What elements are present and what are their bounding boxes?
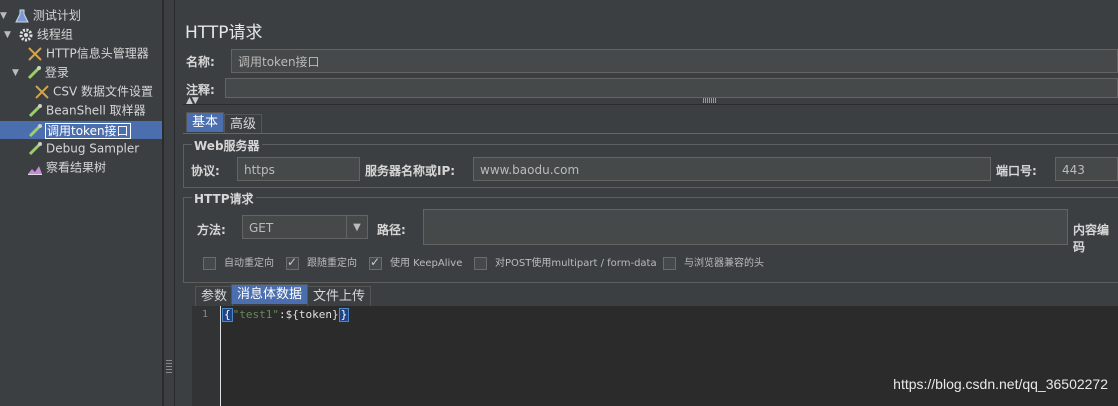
name-field[interactable]: 调用token接口 — [231, 49, 1118, 73]
comment-field[interactable] — [225, 78, 1118, 98]
tree-item-login[interactable]: ▼ 登录 — [12, 63, 69, 81]
watermark: https://blog.csdn.net/qq_36502272 — [893, 376, 1108, 392]
tree-item-label: CSV 数据文件设置 — [53, 84, 154, 99]
pipette-icon — [27, 141, 43, 157]
keepalive-checkbox[interactable]: 使用 KeepAlive — [369, 254, 463, 272]
line-number: 1 — [202, 309, 209, 320]
tools-icon — [27, 46, 43, 62]
checkbox-box[interactable] — [663, 256, 676, 270]
splitter-grip[interactable] — [703, 98, 717, 103]
collapse-icon[interactable]: ▼ — [4, 26, 14, 44]
pipette-icon — [27, 103, 43, 119]
checkbox-label: 自动重定向 — [224, 258, 274, 269]
method-select[interactable]: GET ▼ — [242, 215, 368, 239]
tab-advanced[interactable]: 高级 — [224, 114, 263, 134]
divider — [183, 104, 1118, 105]
chart-icon — [27, 160, 43, 176]
pipette-icon — [27, 123, 43, 139]
path-field[interactable] — [423, 209, 1068, 245]
test-plan-tree[interactable]: ▼ 测试计划 ▼ 线程组 HTTP信息头管理器 ▼ 登录 CSV 数据文件设置 … — [0, 0, 163, 406]
tree-item-label: 察看结果树 — [46, 160, 107, 175]
gear-icon — [18, 27, 34, 43]
tab-basic[interactable]: 基本 — [186, 112, 225, 132]
code-line: {"test1":${token}} — [222, 308, 350, 322]
tree-item-header-manager[interactable]: HTTP信息头管理器 — [27, 44, 149, 62]
server-field[interactable]: www.baodu.com — [473, 157, 991, 181]
multipart-checkbox[interactable]: 对POST使用multipart / form-data — [474, 256, 657, 272]
encoding-label: 内容编码 — [1073, 223, 1110, 254]
browser-headers-checkbox[interactable]: 与浏览器兼容的头 — [663, 256, 764, 272]
tree-item-label: Debug Sampler — [46, 141, 140, 156]
checkbox-label: 对POST使用multipart / form-data — [495, 258, 657, 269]
code-value: :${token} — [278, 308, 339, 321]
tree-item-label: BeanShell 取样器 — [46, 103, 146, 118]
tree-item-csv-config[interactable]: CSV 数据文件设置 — [34, 82, 153, 100]
tree-item-label: 线程组 — [36, 27, 73, 42]
name-label: 名称: — [186, 55, 215, 69]
tools-icon — [34, 84, 50, 100]
tab-border — [183, 133, 1118, 134]
tree-item-debug-sampler[interactable]: Debug Sampler — [27, 139, 139, 157]
protocol-field[interactable]: https — [237, 157, 360, 181]
port-label: 端口号: — [996, 164, 1037, 178]
page-title: HTTP请求 — [185, 23, 263, 43]
checkbox-box[interactable] — [474, 256, 487, 270]
checkbox-box[interactable] — [369, 254, 382, 270]
tree-item-thread-group[interactable]: ▼ 线程组 — [4, 25, 73, 43]
checkbox-label: 与浏览器兼容的头 — [684, 258, 764, 269]
port-field[interactable]: 443 — [1055, 157, 1118, 181]
tree-item-view-results[interactable]: 察看结果树 — [27, 158, 106, 176]
tab-parameters[interactable]: 参数 — [195, 286, 234, 306]
tab-file-upload[interactable]: 文件上传 — [307, 286, 372, 306]
method-value: GET — [249, 221, 274, 235]
tree-item-test-plan[interactable]: ▼ 测试计划 — [0, 6, 81, 24]
method-label: 方法: — [197, 223, 226, 237]
collapse-icon[interactable]: ▼ — [12, 64, 22, 82]
splitter-grip[interactable] — [166, 360, 172, 374]
web-server-label: Web服务器 — [192, 137, 262, 154]
chevron-down-icon[interactable]: ▼ — [346, 216, 367, 238]
collapse-icon[interactable]: ▼ — [0, 7, 10, 25]
tree-item-beanshell[interactable]: BeanShell 取样器 — [27, 101, 146, 119]
path-label: 路径: — [377, 223, 406, 237]
tree-item-label: 登录 — [44, 65, 69, 80]
tree-item-label: 测试计划 — [32, 8, 81, 23]
line-gutter: 1 — [192, 306, 221, 406]
tab-body-data[interactable]: 消息体数据 — [231, 284, 309, 304]
checkbox-label: 使用 KeepAlive — [390, 258, 463, 269]
splitter[interactable] — [163, 0, 175, 406]
http-request-label: HTTP请求 — [192, 190, 256, 207]
tree-item-label: HTTP信息头管理器 — [46, 46, 149, 61]
main-panel: HTTP请求 名称: 调用token接口 注释: ▲▼ 基本 高级 Web服务器… — [175, 0, 1118, 406]
tree-item-call-token[interactable]: 调用token接口 — [0, 121, 162, 139]
tree-item-label: 调用token接口 — [45, 122, 131, 139]
pipette-icon — [26, 65, 42, 81]
flask-icon — [14, 8, 30, 24]
checkbox-label: 跟随重定向 — [307, 258, 357, 269]
code-key: "test1" — [232, 308, 279, 321]
checkbox-box[interactable] — [203, 256, 216, 270]
code-close-brace: } — [338, 308, 350, 322]
auto-redirect-checkbox[interactable]: 自动重定向 — [203, 256, 274, 272]
server-label: 服务器名称或IP: — [365, 164, 456, 178]
checkbox-box[interactable] — [286, 254, 299, 270]
follow-redirect-checkbox[interactable]: 跟随重定向 — [286, 254, 357, 272]
code-open-brace: { — [222, 308, 233, 322]
protocol-label: 协议: — [191, 164, 220, 178]
